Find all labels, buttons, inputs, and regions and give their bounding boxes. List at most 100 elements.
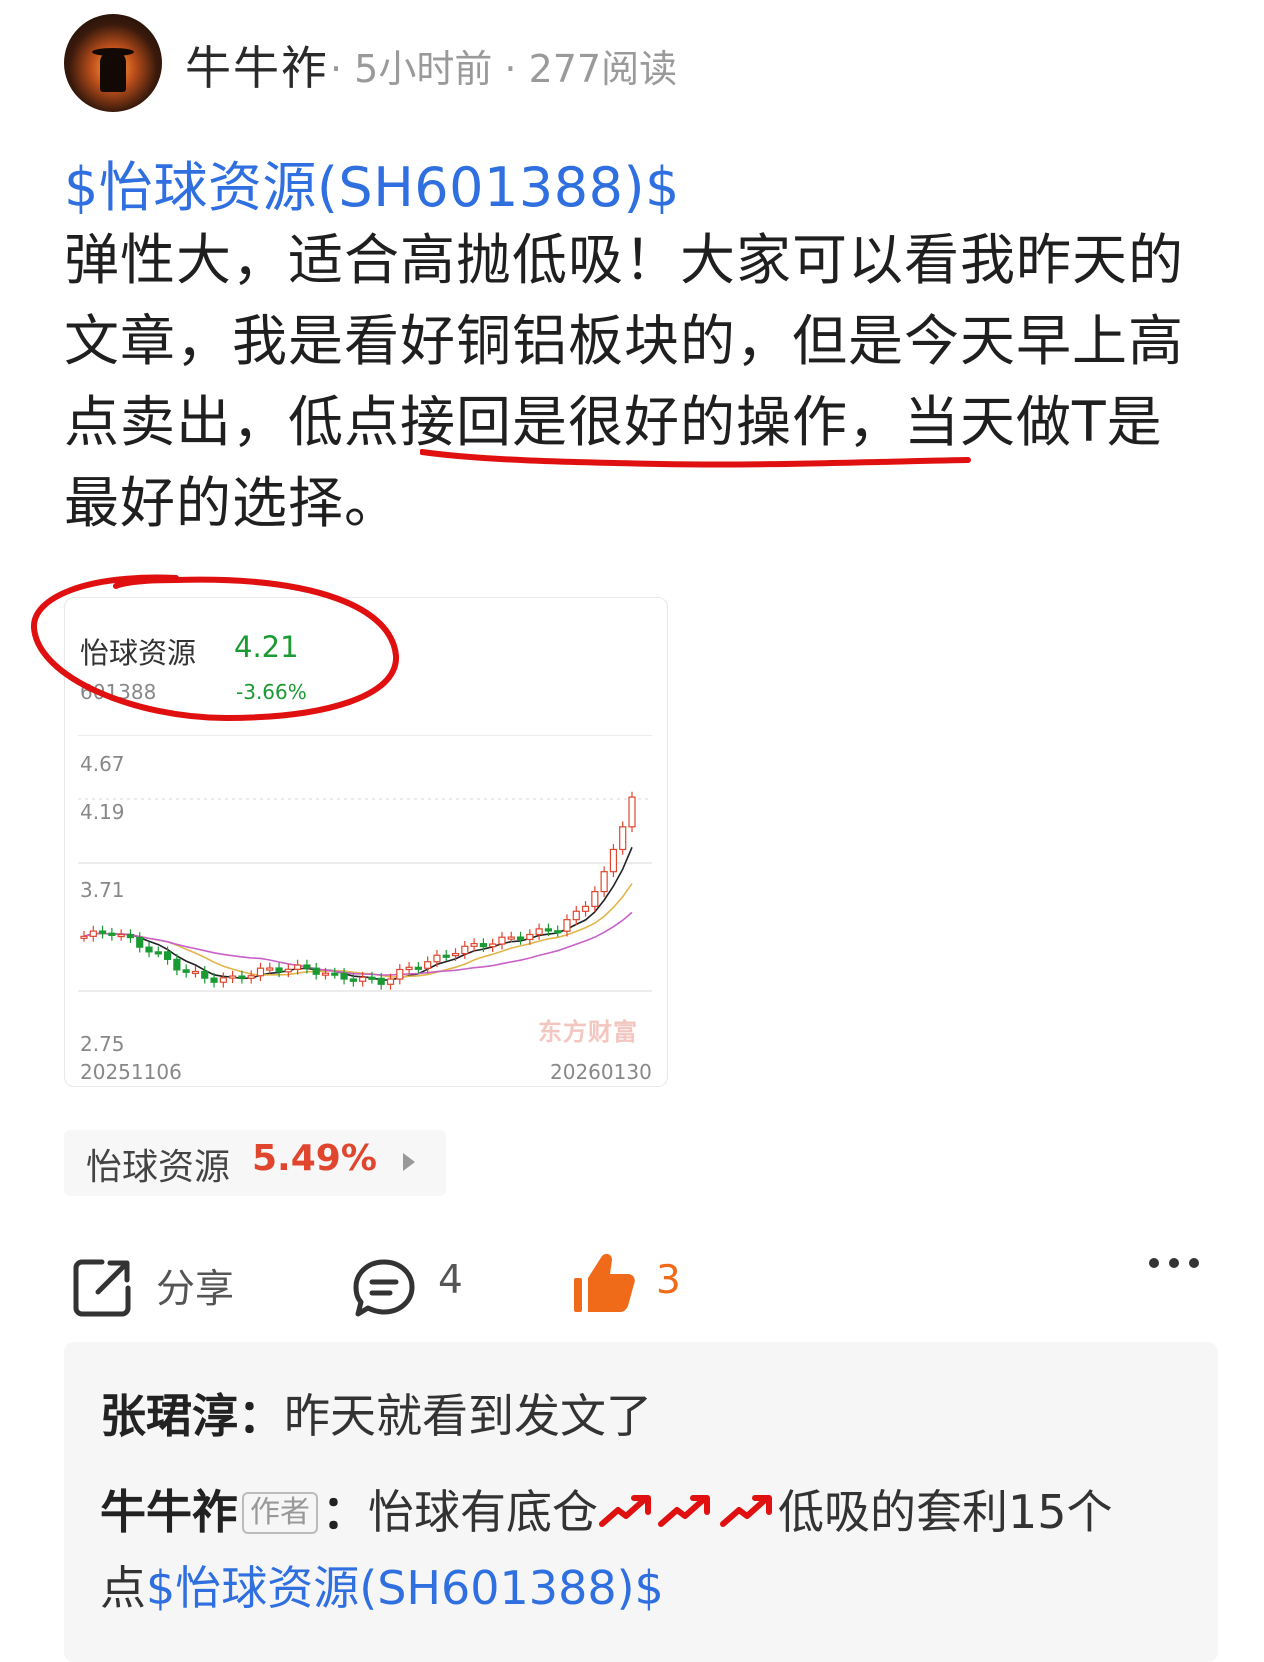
comment-separator: ： bbox=[238, 1389, 284, 1443]
rising-trend-emoji-icon bbox=[658, 1495, 710, 1527]
ma5-line bbox=[83, 846, 633, 981]
rising-trend-emoji-icon bbox=[720, 1495, 772, 1527]
candle-body bbox=[275, 967, 283, 973]
candle-body bbox=[80, 935, 88, 939]
candle-body bbox=[386, 978, 395, 985]
candle-body bbox=[581, 905, 590, 912]
comment-item-continued: 点$怡球资源(SH601388)$ bbox=[100, 1552, 664, 1618]
author-name[interactable]: 牛牛祚 bbox=[185, 32, 329, 98]
comment-text: 低吸的套利15个 bbox=[778, 1485, 1113, 1539]
like-icon[interactable] bbox=[572, 1250, 638, 1316]
candle-body bbox=[396, 968, 404, 980]
red-underline-annotation bbox=[420, 449, 971, 468]
candle-body bbox=[470, 943, 478, 947]
post-body: 弹性大，适合高抛低吸！大家可以看我昨天的文章，我是看好铜铝板块的，但是今天早上高… bbox=[64, 220, 1204, 544]
candle-body bbox=[554, 930, 562, 934]
candle-body bbox=[210, 977, 218, 983]
candle-body bbox=[201, 970, 209, 979]
author-badge: 作者 bbox=[242, 1492, 318, 1534]
candle-body bbox=[163, 951, 172, 960]
candle-body bbox=[136, 936, 144, 948]
candle-body bbox=[498, 936, 506, 945]
candle-body bbox=[303, 964, 311, 969]
candle-body bbox=[349, 978, 357, 982]
share-icon[interactable] bbox=[68, 1254, 136, 1322]
candle-body bbox=[266, 967, 274, 971]
candle-body bbox=[359, 976, 367, 982]
stock-tag-change: 5.49% bbox=[252, 1138, 377, 1179]
candle-body bbox=[600, 871, 608, 893]
play-arrow-icon bbox=[403, 1153, 415, 1171]
candle-body bbox=[424, 961, 432, 969]
comment-text: 怡球有底仓 bbox=[368, 1485, 598, 1539]
candle-body bbox=[591, 890, 599, 907]
comment-text: 点 bbox=[100, 1561, 146, 1615]
candle-body bbox=[321, 972, 330, 976]
candle-body bbox=[182, 969, 190, 973]
comment-text: 昨天就看到发文了 bbox=[284, 1389, 652, 1443]
comment-username[interactable]: 张珺淳 bbox=[100, 1389, 238, 1443]
candle-body bbox=[507, 936, 515, 940]
candle-body bbox=[312, 967, 320, 975]
y-tick-label: 4.19 bbox=[80, 800, 125, 824]
candle-body bbox=[368, 976, 376, 980]
candle-body bbox=[89, 930, 97, 937]
y-tick-label: 2.75 bbox=[80, 1032, 125, 1056]
candle-body bbox=[377, 977, 385, 985]
candle-body bbox=[526, 933, 534, 941]
comment-item[interactable]: 张珺淳：昨天就看到发文了 bbox=[100, 1380, 652, 1446]
candle-body bbox=[609, 848, 618, 873]
candle-body bbox=[238, 975, 246, 979]
like-count[interactable]: 3 bbox=[656, 1258, 681, 1303]
y-tick-label: 4.67 bbox=[80, 752, 125, 776]
candle-body bbox=[489, 943, 497, 948]
comment-item[interactable]: 牛牛祚 作者 ：怡球有底仓 低吸的套利15个 bbox=[100, 1476, 1113, 1542]
candle-body bbox=[442, 954, 450, 958]
candle-body bbox=[340, 972, 348, 980]
candle-body bbox=[544, 928, 553, 932]
ma20-line bbox=[83, 911, 633, 976]
comment-username[interactable]: 牛牛祚 bbox=[100, 1485, 238, 1539]
watermark-logo: 东方财富 bbox=[538, 1018, 638, 1046]
candle-body bbox=[433, 954, 441, 963]
post-meta: · 5小时前 · 277阅读 bbox=[330, 47, 678, 91]
candle-body bbox=[461, 945, 469, 955]
candle-body bbox=[628, 796, 636, 828]
candle-body bbox=[108, 932, 116, 936]
candle-body bbox=[247, 975, 255, 979]
candle-body bbox=[405, 966, 413, 971]
candle-body bbox=[98, 930, 107, 934]
candle-body bbox=[535, 928, 543, 936]
red-circle-annotation bbox=[31, 574, 400, 722]
candle-body bbox=[414, 966, 422, 970]
candle-body bbox=[256, 967, 265, 977]
more-options-icon[interactable] bbox=[1148, 1255, 1200, 1271]
candle-body bbox=[117, 933, 125, 938]
rising-trend-emoji-icon bbox=[599, 1495, 651, 1527]
x-end-label: 20260130 bbox=[550, 1060, 652, 1084]
comment-stock-link[interactable]: $怡球资源(SH601388)$ bbox=[146, 1561, 664, 1615]
x-start-label: 20251106 bbox=[80, 1060, 182, 1084]
candle-body bbox=[145, 946, 153, 953]
candle-body bbox=[451, 952, 460, 957]
candle-body bbox=[154, 951, 162, 955]
candle-body bbox=[284, 968, 292, 973]
author-avatar[interactable] bbox=[64, 14, 162, 112]
stock-link[interactable]: $怡球资源(SH601388)$ bbox=[64, 143, 680, 222]
candle-body bbox=[331, 972, 339, 976]
candle-body bbox=[294, 964, 302, 970]
y-tick-label: 3.71 bbox=[80, 878, 125, 902]
candle-body bbox=[516, 936, 525, 941]
candle-body bbox=[563, 919, 571, 932]
share-button[interactable]: 分享 bbox=[156, 1258, 234, 1314]
candle-body bbox=[191, 970, 200, 975]
candle-body bbox=[479, 943, 487, 948]
candle-body bbox=[619, 826, 627, 851]
candle-body bbox=[572, 910, 580, 921]
candle-body bbox=[126, 933, 135, 939]
comment-count[interactable]: 4 bbox=[438, 1258, 463, 1303]
stock-tag-name: 怡球资源 bbox=[86, 1147, 231, 1188]
comment-icon[interactable] bbox=[350, 1254, 418, 1322]
candle-body bbox=[173, 958, 181, 971]
comment-separator: ： bbox=[322, 1485, 368, 1539]
